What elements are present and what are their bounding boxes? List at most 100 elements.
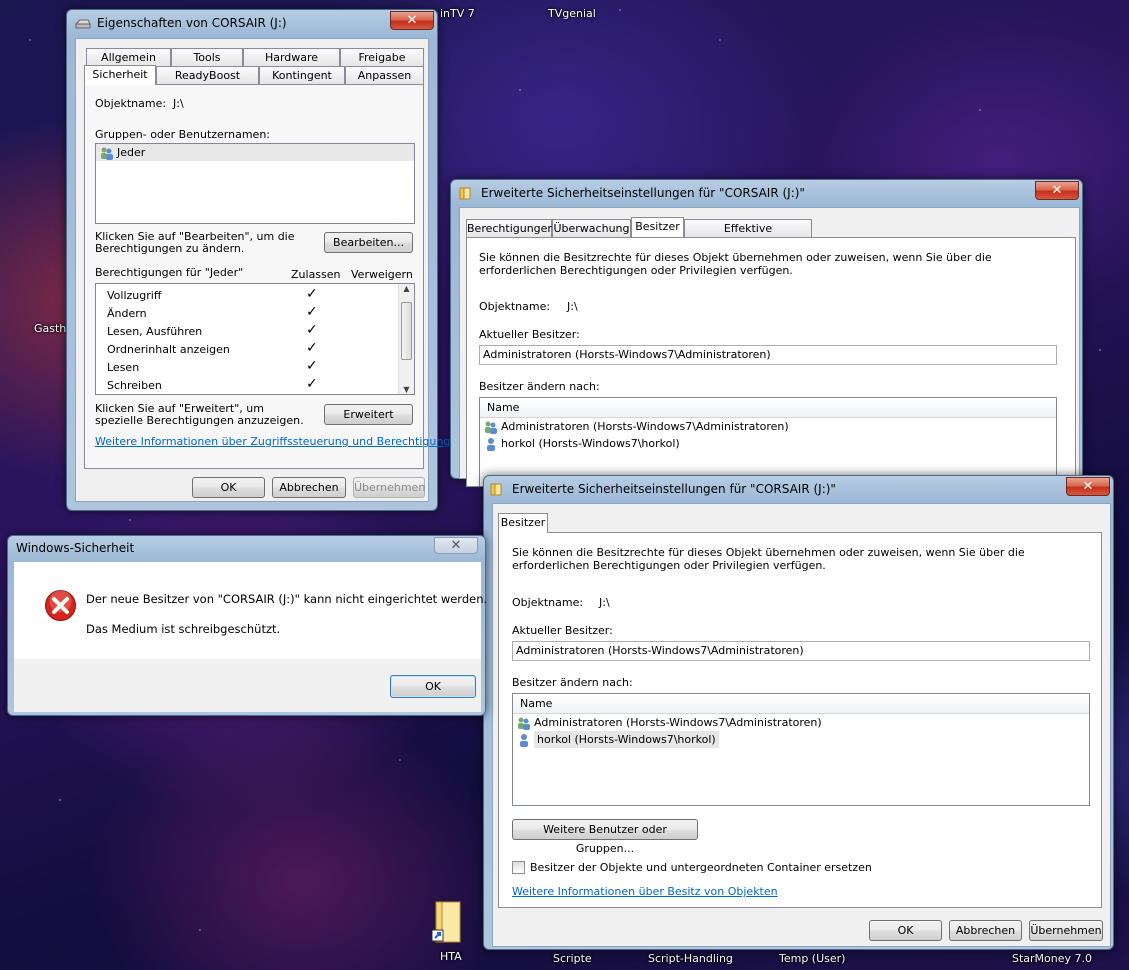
permissions-listbox[interactable]: Vollzugriff Ändern Lesen, Ausführen Ordn… — [95, 283, 415, 395]
msgbox-title: Windows-Sicherheit — [16, 541, 135, 555]
deny-column-header: Verweigern — [351, 268, 413, 281]
cancel-button[interactable]: Abbrechen — [272, 477, 346, 498]
adv1-intro: Sie können die Besitzrechte für dieses O… — [479, 251, 992, 277]
perm-vollzugriff: Vollzugriff — [107, 289, 162, 302]
windows-security-dialog: Windows-Sicherheit ✕ Der neue Besitzer v… — [7, 535, 487, 716]
desktop-label-script-handling[interactable]: Script-Handling — [648, 952, 733, 965]
owner-name: Administratoren (Horsts-Windows7\Adminis… — [534, 716, 822, 729]
close-icon[interactable]: ✕ — [390, 11, 434, 30]
apply-button[interactable]: Übernehmen — [353, 477, 425, 498]
name-column-header[interactable]: Name — [480, 398, 1056, 418]
adv1-owner-listbox[interactable]: Name Administratoren (Horsts-Windows7\Ad… — [479, 397, 1057, 487]
adv1-objektname-value: J:\ — [567, 300, 578, 313]
perm-ordnerinhalt: Ordnerinhalt anzeigen — [107, 343, 230, 356]
check-icon: ✓ — [306, 340, 318, 356]
msgbox-line1: Der neue Besitzer von "CORSAIR (J:)" kan… — [86, 592, 488, 606]
adv2-current-owner-field: Administratoren (Horsts-Windows7\Adminis… — [512, 641, 1090, 661]
ok-button[interactable]: OK — [390, 675, 476, 698]
list-item[interactable]: horkol (Horsts-Windows7\horkol) — [480, 435, 1056, 452]
adv2-change-owner-label: Besitzer ändern nach: — [512, 676, 633, 689]
tab-besitzer[interactable]: Besitzer — [498, 513, 548, 533]
tab-allgemein[interactable]: Allgemein — [86, 48, 171, 66]
advanced-security-window-back: Erweiterte Sicherheitseinstellungen für … — [450, 179, 1083, 487]
msgbox-content: Der neue Besitzer von "CORSAIR (J:)" kan… — [14, 562, 487, 659]
ok-button[interactable]: OK — [192, 477, 265, 498]
msgbox-titlebar[interactable]: Windows-Sicherheit — [8, 536, 485, 560]
scroll-up-icon[interactable]: ▲ — [399, 284, 414, 293]
adv2-current-owner-label: Aktueller Besitzer: — [512, 624, 613, 637]
error-icon — [45, 590, 76, 621]
list-item[interactable]: Jeder — [96, 144, 414, 161]
vertical-scrollbar[interactable]: ▲ ▼ — [398, 284, 414, 394]
name-column-header[interactable]: Name — [513, 694, 1089, 714]
scroll-down-icon[interactable]: ▼ — [399, 385, 414, 394]
adv1-titlebar[interactable]: Erweiterte Sicherheitseinstellungen für … — [451, 180, 1082, 206]
folder-icon — [459, 187, 471, 200]
permissions-for-label: Berechtigungen für "Jeder" — [95, 266, 244, 279]
adv1-client: Berechtigungen Überwachung Besitzer Effe… — [459, 207, 1080, 487]
check-icon: ✓ — [306, 286, 318, 302]
perm-lesen-ausfuehren: Lesen, Ausführen — [107, 325, 203, 338]
desktop-label-hta[interactable]: HTA — [440, 950, 462, 963]
desktop-label-scripte[interactable]: Scripte — [553, 952, 592, 965]
adv2-objektname-value: J:\ — [599, 596, 610, 609]
adv2-intro: Sie können die Besitzrechte für dieses O… — [512, 546, 1025, 572]
tab-kontingent[interactable]: Kontingent — [259, 66, 345, 84]
owner-name: Administratoren (Horsts-Windows7\Adminis… — [501, 420, 789, 433]
adv2-owner-listbox[interactable]: Name Administratoren (Horsts-Windows7\Ad… — [512, 693, 1090, 806]
tab-tools[interactable]: Tools — [171, 48, 243, 66]
list-item[interactable]: Administratoren (Horsts-Windows7\Adminis… — [480, 418, 1056, 435]
allow-column-header: Zulassen — [291, 268, 341, 281]
tab-hardware[interactable]: Hardware — [243, 48, 340, 66]
adv2-client: Besitzer Sie können die Besitzrechte für… — [492, 503, 1111, 947]
adv2-title: Erweiterte Sicherheitseinstellungen für … — [512, 482, 836, 496]
adv1-objektname-label: Objektname: — [479, 300, 551, 313]
desktop-label-intv[interactable]: inTV 7 — [440, 7, 475, 20]
folder-shortcut-icon[interactable] — [431, 900, 466, 943]
security-tab-panel: Objektname: J:\ Gruppen- oder Benutzerna… — [84, 84, 464, 469]
tab-effektive-berechtigungen[interactable]: Effektive Berechtigungen — [684, 219, 812, 252]
tab-ueberwachung[interactable]: Überwachung — [552, 219, 631, 237]
erweitert-button[interactable]: Erweitert — [324, 404, 413, 425]
tab-berechtigungen[interactable]: Berechtigungen — [466, 219, 554, 237]
desktop-label-tvgenial[interactable]: TVgenial — [548, 7, 596, 20]
perm-schreiben: Schreiben — [107, 379, 162, 392]
adv1-current-owner-label: Aktueller Besitzer: — [479, 328, 580, 341]
desktop-label-starmoney[interactable]: StarMoney 7.0 — [1012, 952, 1092, 965]
advanced-security-window: Erweiterte Sicherheitseinstellungen für … — [483, 475, 1114, 950]
objektname-label: Objektname: — [95, 97, 167, 110]
list-item[interactable]: Administratoren (Horsts-Windows7\Adminis… — [513, 714, 1089, 731]
tab-anpassen[interactable]: Anpassen — [345, 66, 424, 84]
desktop-label-gasth[interactable]: Gasth — [34, 322, 66, 335]
ownership-info-link[interactable]: Weitere Informationen über Besitz von Ob… — [512, 885, 778, 898]
apply-button[interactable]: Übernehmen — [1029, 920, 1103, 941]
tab-besitzer[interactable]: Besitzer — [631, 217, 684, 237]
users-group-icon — [100, 146, 114, 160]
replace-owner-checkbox[interactable] — [512, 861, 525, 874]
scroll-thumb[interactable] — [401, 302, 412, 360]
properties-title: Eigenschaften von CORSAIR (J:) — [97, 16, 287, 30]
adv2-titlebar[interactable]: Erweiterte Sicherheitseinstellungen für … — [484, 476, 1113, 502]
tab-readyboost[interactable]: ReadyBoost — [156, 66, 259, 84]
ok-button[interactable]: OK — [869, 920, 942, 941]
close-icon[interactable]: ✕ — [1066, 477, 1110, 496]
permissions-info-link[interactable]: Weitere Informationen über Zugriffssteue… — [95, 435, 464, 448]
users-group-icon — [517, 716, 531, 730]
properties-titlebar[interactable]: Eigenschaften von CORSAIR (J:) — [67, 10, 437, 36]
msgbox-client: Der neue Besitzer von "CORSAIR (J:)" kan… — [14, 562, 487, 712]
close-icon[interactable]: ✕ — [1035, 181, 1079, 200]
tab-sicherheit[interactable]: Sicherheit — [84, 65, 156, 85]
more-users-button[interactable]: Weitere Benutzer oder Gruppen... — [512, 819, 698, 855]
adv1-current-owner-field: Administratoren (Horsts-Windows7\Adminis… — [479, 345, 1057, 365]
perm-aendern: Ändern — [107, 307, 147, 320]
properties-window: Eigenschaften von CORSAIR (J:) ✕ Allgeme… — [66, 9, 464, 511]
cancel-button[interactable]: Abbrechen — [949, 920, 1022, 941]
drive-icon — [75, 19, 91, 29]
replace-owner-label: Besitzer der Objekte und untergeordneten… — [530, 861, 872, 874]
tab-freigabe[interactable]: Freigabe — [340, 48, 424, 66]
close-icon[interactable]: ✕ — [434, 537, 478, 554]
list-item-selected[interactable]: horkol (Horsts-Windows7\horkol) — [513, 731, 1089, 748]
bearbeiten-button[interactable]: Bearbeiten... — [324, 232, 413, 253]
desktop-label-temp-user[interactable]: Temp (User) — [779, 952, 845, 965]
groups-listbox[interactable]: Jeder — [95, 143, 415, 224]
